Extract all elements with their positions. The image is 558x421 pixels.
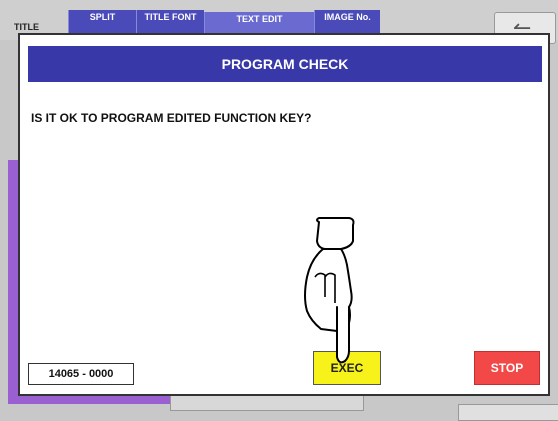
background-bottom-right-panel (458, 404, 558, 421)
background-title-label: TITLE (14, 22, 39, 32)
background-bottom-panel (170, 395, 364, 411)
dialog-message: IS IT OK TO PROGRAM EDITED FUNCTION KEY? (31, 111, 312, 125)
hand-pointer-icon (304, 217, 355, 364)
program-check-dialog: PROGRAM CHECK IS IT OK TO PROGRAM EDITED… (18, 33, 550, 396)
code-field: 14065 - 0000 (28, 363, 134, 385)
stop-button[interactable]: STOP (474, 351, 540, 385)
dialog-title: PROGRAM CHECK (28, 46, 542, 82)
